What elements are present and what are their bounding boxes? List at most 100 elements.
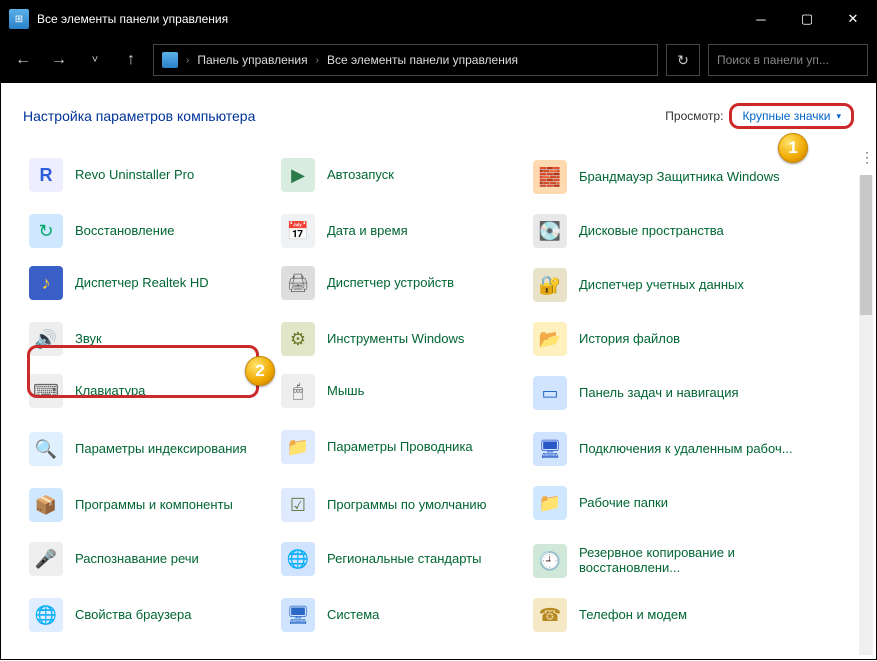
annotation-badge-1: 1 [778, 133, 808, 163]
item-system[interactable]: 🖥Система [275, 591, 523, 639]
item-realtek-hd[interactable]: ♪Диспетчер Realtek HD [23, 259, 271, 307]
page-title: Настройка параметров компьютера [23, 108, 255, 124]
view-group: Просмотр: Крупные значки [665, 103, 854, 129]
nav-bar: ← → ˅ ↑ › Панель управления › Все элемен… [1, 37, 876, 83]
chevron-right-icon: › [186, 55, 189, 66]
item-taskbar-navigation[interactable]: ▭Панель задач и навигация [527, 367, 807, 419]
revo-icon: R [29, 158, 63, 192]
item-phone-modem[interactable]: ☎ Телефон и модем [527, 591, 807, 639]
item-credential-manager[interactable]: 🔐 Диспетчер учетных данных [527, 259, 807, 311]
phone-icon: ☎ [533, 598, 567, 632]
up-button[interactable]: ↑ [117, 46, 145, 74]
back-button[interactable]: ← [9, 46, 37, 74]
refresh-button[interactable]: ↻ [666, 44, 700, 76]
work-folders-icon: 📁 [533, 486, 567, 520]
item-explorer-options[interactable]: 📁 Параметры Проводника [275, 423, 523, 471]
backup-icon: 🕘 [533, 544, 567, 578]
item-internet-options[interactable]: 🌐 Свойства браузера [23, 591, 271, 639]
item-label: Свойства браузера [75, 608, 191, 623]
item-label: Дата и время [327, 224, 408, 239]
device-manager-icon: 🖨 [281, 266, 315, 300]
forward-button[interactable]: → [45, 46, 73, 74]
item-mouse[interactable]: 🖱 Мышь [275, 367, 523, 415]
scrollbar-thumb[interactable] [860, 175, 872, 315]
item-file-history[interactable]: 📂История файлов [527, 315, 807, 363]
maximize-button[interactable]: ▢ [784, 1, 830, 37]
item-date-time[interactable]: 📅 Дата и время [275, 207, 523, 255]
calendar-icon: 📅 [281, 214, 315, 248]
breadcrumb-current[interactable]: Все элементы панели управления [327, 53, 518, 67]
address-bar[interactable]: › Панель управления › Все элементы панел… [153, 44, 658, 76]
minimize-button[interactable]: ─ [738, 1, 784, 37]
item-speech-recognition[interactable]: 🎤 Распознавание речи [23, 535, 271, 583]
recent-dropdown[interactable]: ˅ [81, 46, 109, 74]
recovery-icon: ↻ [29, 214, 63, 248]
close-button[interactable]: ✕ [830, 1, 876, 37]
item-revo-uninstaller[interactable]: R Revo Uninstaller Pro [23, 151, 271, 199]
folder-history-icon: 📂 [533, 322, 567, 356]
chevron-right-icon: › [316, 55, 319, 66]
more-menu[interactable]: ⋮ [860, 149, 874, 166]
item-keyboard[interactable]: ⌨ Клавиатура [23, 367, 271, 415]
item-label: Распознавание речи [75, 552, 199, 567]
item-label: Резервное копирование и восстановлени... [579, 546, 801, 576]
indexing-icon: 🔍 [29, 432, 63, 466]
item-label: Диспетчер устройств [327, 276, 454, 291]
view-mode-value: Крупные значки [742, 109, 830, 123]
view-mode-dropdown[interactable]: Крупные значки [729, 103, 854, 129]
vertical-scrollbar[interactable] [859, 175, 873, 655]
item-programs-features[interactable]: 📦Программы и компоненты [23, 479, 271, 531]
mouse-icon: 🖱 [281, 374, 315, 408]
item-label: Автозапуск [327, 168, 394, 183]
vault-icon: 🔐 [533, 268, 567, 302]
control-panel-icon: ⊞ [9, 9, 29, 29]
keyboard-icon: ⌨ [29, 374, 63, 408]
item-label: Инструменты Windows [327, 332, 464, 347]
view-label: Просмотр: [665, 109, 723, 123]
item-work-folders[interactable]: 📁 Рабочие папки [527, 479, 807, 527]
item-label: Диспетчер учетных данных [579, 278, 744, 293]
items-grid: R Revo Uninstaller Pro ▶ Автозапуск 🧱 Бранд… [23, 151, 854, 639]
firewall-icon: 🧱 [533, 160, 567, 194]
item-backup-restore[interactable]: 🕘 Резервное копирование и восстановлени..… [527, 535, 807, 587]
item-autorun[interactable]: ▶ Автозапуск [275, 151, 523, 199]
default-programs-icon: ☑ [281, 488, 315, 522]
content-header: Настройка параметров компьютера Просмотр… [23, 103, 854, 129]
taskbar-icon: ▭ [533, 376, 567, 410]
microphone-icon: 🎤 [29, 542, 63, 576]
item-label: Мышь [327, 384, 364, 399]
item-label: Рабочие папки [579, 496, 668, 511]
item-label: Подключения к удаленным рабоч... [579, 442, 793, 457]
item-device-manager[interactable]: 🖨 Диспетчер устройств [275, 259, 523, 307]
item-label: Звук [75, 332, 102, 347]
item-indexing-options[interactable]: 🔍Параметры индексирования [23, 423, 271, 475]
rdp-icon: 🖥 [533, 432, 567, 466]
item-firewall[interactable]: 🧱 Брандмауэр Защитника Windows [527, 151, 807, 203]
item-label: Параметры Проводника [327, 440, 473, 455]
item-sound[interactable]: 🔊 Звук [23, 315, 271, 363]
item-storage-spaces[interactable]: 💽Дисковые пространства [527, 207, 807, 255]
item-label: Брандмауэр Защитника Windows [579, 170, 780, 185]
autorun-icon: ▶ [281, 158, 315, 192]
item-region[interactable]: 🌐 Региональные стандарты [275, 535, 523, 583]
item-label: Клавиатура [75, 384, 145, 399]
titlebar: ⊞ Все элементы панели управления ─ ▢ ✕ [1, 1, 876, 37]
item-label: Revo Uninstaller Pro [75, 168, 194, 183]
item-default-programs[interactable]: ☑Программы по умолчанию [275, 479, 523, 531]
item-label: Телефон и модем [579, 608, 687, 623]
globe-clock-icon: 🌐 [281, 542, 315, 576]
item-label: Диспетчер Realtek HD [75, 276, 209, 291]
item-label: Региональные стандарты [327, 552, 481, 567]
item-remote-desktop[interactable]: 🖥 Подключения к удаленным рабоч... [527, 423, 807, 475]
tools-icon: ⚙ [281, 322, 315, 356]
window-title: Все элементы панели управления [37, 12, 738, 26]
internet-options-icon: 🌐 [29, 598, 63, 632]
folder-options-icon: 📁 [281, 430, 315, 464]
item-windows-tools[interactable]: ⚙ Инструменты Windows [275, 315, 523, 363]
item-recovery[interactable]: ↻Восстановление [23, 207, 271, 255]
content-area: ⋮ Настройка параметров компьютера Просмо… [1, 83, 876, 661]
disks-icon: 💽 [533, 214, 567, 248]
speaker-icon: 🔊 [29, 322, 63, 356]
search-input[interactable]: Поиск в панели уп... [708, 44, 868, 76]
breadcrumb-root[interactable]: Панель управления [197, 53, 307, 67]
